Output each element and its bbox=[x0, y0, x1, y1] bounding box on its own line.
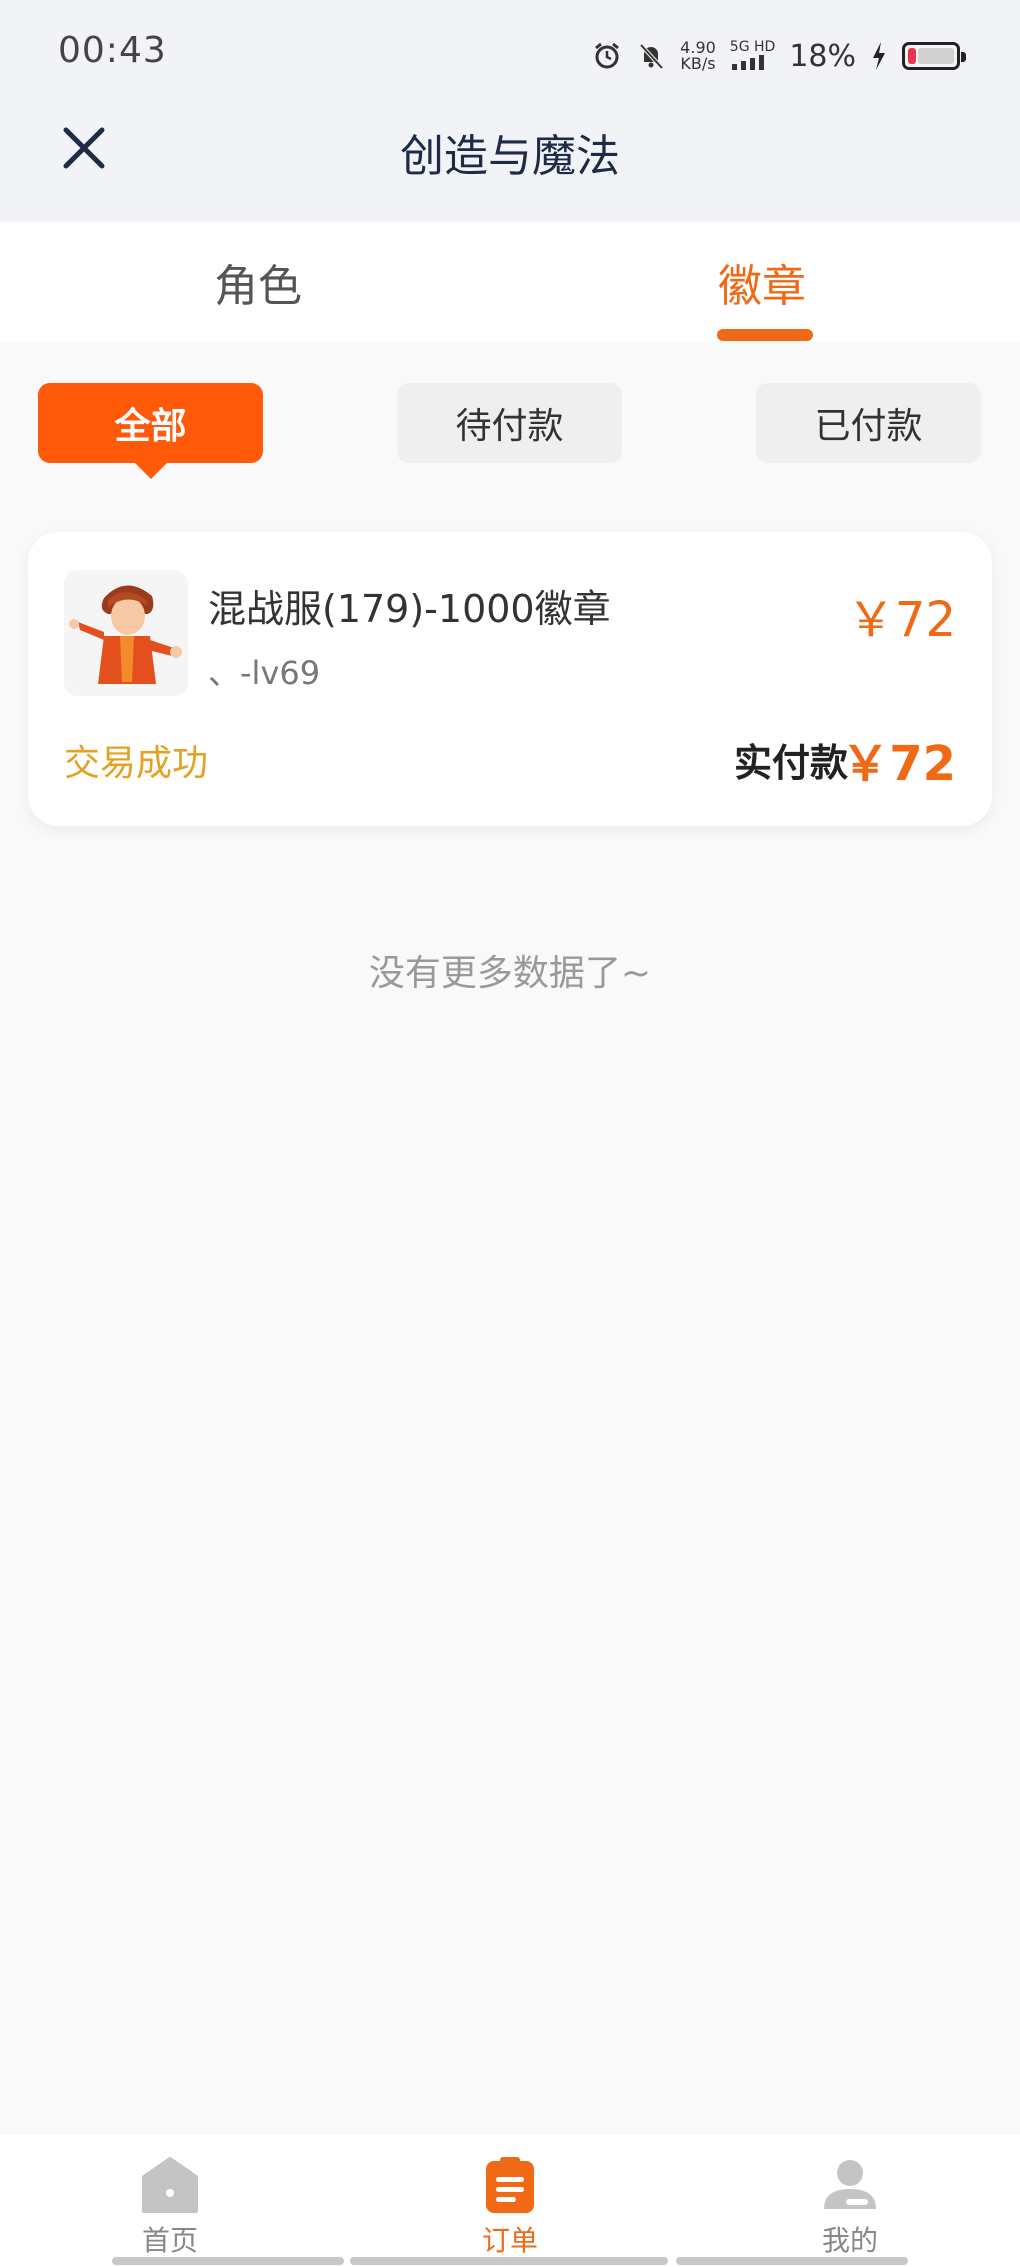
list-end-text: 没有更多数据了~ bbox=[368, 953, 652, 994]
gesture-bar-segment bbox=[112, 2257, 344, 2265]
tab-badge[interactable]: 徽章 bbox=[718, 250, 806, 314]
nav-mine[interactable]: 我的 bbox=[750, 2155, 950, 2257]
order-card[interactable]: 混战服(179)-1000徽章 、-lv69 ￥72 交易成功 实付款 ￥72 bbox=[28, 532, 992, 826]
page-title: 创造与魔法 bbox=[400, 131, 620, 182]
nav-orders[interactable]: 订单 bbox=[410, 2155, 610, 2257]
speed-unit: KB/s bbox=[680, 54, 716, 73]
item-subtitle: 、-lv69 bbox=[208, 654, 321, 692]
filter-all-button[interactable]: 全部 bbox=[38, 383, 263, 479]
character-avatar-icon bbox=[64, 570, 188, 696]
header-bar: 00:43 4.90 KB/s 5G HD 18% 创造与魔法 bbox=[0, 0, 1020, 222]
bottom-nav: 首页 订单 我的 bbox=[0, 2135, 1020, 2267]
charging-icon bbox=[873, 42, 885, 70]
tab-role[interactable]: 角色 bbox=[214, 250, 302, 314]
paid-label: 实付款 bbox=[733, 741, 848, 785]
gesture-bar-segment bbox=[350, 2257, 668, 2265]
network-label: 5G HD bbox=[729, 38, 776, 55]
app-screen: 00:43 4.90 KB/s 5G HD 18% 创造与魔法 角色 徽章 全部… bbox=[0, 0, 1020, 2267]
nav-orders-label: 订单 bbox=[481, 2224, 538, 2257]
battery-icon bbox=[902, 42, 966, 70]
alarm-icon bbox=[595, 42, 620, 69]
battery-percent: 18% bbox=[789, 38, 856, 74]
filter-pending-button[interactable]: 待付款 bbox=[397, 383, 622, 463]
network-speed: 4.90 KB/s bbox=[680, 40, 716, 72]
signal-indicator: 5G HD bbox=[729, 38, 776, 73]
signal-bars-icon bbox=[731, 54, 764, 70]
active-tab-indicator bbox=[717, 329, 813, 341]
nav-mine-label: 我的 bbox=[821, 2224, 878, 2257]
category-tabs: 角色 徽章 bbox=[0, 222, 1020, 342]
order-status: 交易成功 bbox=[64, 743, 209, 784]
nav-home-label: 首页 bbox=[141, 2224, 198, 2257]
item-thumbnail bbox=[64, 570, 188, 696]
battery-empty bbox=[918, 48, 954, 64]
mute-bell-icon bbox=[639, 43, 664, 70]
item-title: 混战服(179)-1000徽章 bbox=[208, 587, 611, 631]
gesture-bar-segment bbox=[676, 2257, 908, 2265]
nav-home[interactable]: 首页 bbox=[70, 2155, 270, 2257]
item-price: ￥72 bbox=[846, 592, 956, 648]
status-icons: 4.90 KB/s 5G HD 18% bbox=[592, 32, 966, 80]
home-icon bbox=[142, 2157, 198, 2213]
battery-level bbox=[908, 48, 916, 64]
filter-paid-button[interactable]: 已付款 bbox=[756, 383, 981, 463]
clipboard-icon bbox=[486, 2157, 534, 2213]
paid-amount: ￥72 bbox=[841, 736, 956, 792]
status-time: 00:43 bbox=[58, 30, 167, 71]
user-icon bbox=[824, 2160, 876, 2209]
